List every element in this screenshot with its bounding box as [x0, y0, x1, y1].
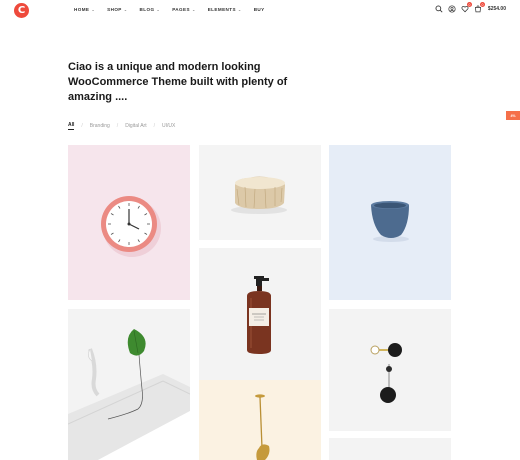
- cart-count-badge: 0: [479, 2, 485, 7]
- leaf-sculpture-image: [68, 329, 190, 460]
- cart-total[interactable]: $254.00: [488, 6, 506, 12]
- amber-bottle-image: [247, 276, 271, 354]
- nav-label: PAGES: [172, 7, 190, 12]
- user-icon[interactable]: [448, 5, 456, 13]
- portfolio-item-wood-stump[interactable]: [199, 145, 321, 240]
- portfolio-item-wall-clock[interactable]: [68, 145, 190, 300]
- filter-ui-ux[interactable]: UI/UX: [162, 123, 175, 129]
- nav-label: BLOG: [139, 7, 155, 12]
- header-actions: 0 0 $254.00: [435, 2, 506, 13]
- logo-letter: C: [17, 4, 26, 16]
- chevron-down-icon: ⌄: [123, 7, 128, 12]
- nav-label: HOME: [74, 7, 90, 12]
- portfolio-item-amber-bottle[interactable]: [199, 248, 321, 380]
- wall-clock-image: [101, 196, 161, 257]
- nav-blog[interactable]: BLOG ⌄: [140, 7, 161, 12]
- portfolio-item-leaf-sculpture[interactable]: [68, 309, 190, 460]
- wishlist-icon[interactable]: 0: [461, 2, 472, 13]
- nav-home[interactable]: HOME ⌄: [74, 7, 95, 12]
- filter-digital-art[interactable]: Digital Art: [125, 123, 146, 129]
- portfolio-item-wall-hooks[interactable]: [329, 309, 451, 431]
- chevron-down-icon: ⌄: [191, 7, 196, 12]
- chevron-down-icon: ⌄: [237, 7, 242, 12]
- nav-shop[interactable]: SHOP ⌄: [107, 7, 127, 12]
- portfolio-item-brass-lamp[interactable]: [199, 380, 321, 460]
- filter-branding[interactable]: Branding: [90, 123, 110, 129]
- filter-separator: /: [153, 123, 155, 129]
- nav-pages[interactable]: PAGES ⌄: [172, 7, 196, 12]
- nav-elements[interactable]: ELEMENTS ⌄: [208, 7, 242, 12]
- side-promo-tab[interactable]: 4%: [506, 111, 520, 120]
- site-logo[interactable]: C: [14, 3, 29, 18]
- cart-icon[interactable]: 0: [474, 2, 485, 13]
- filter-separator: /: [81, 123, 83, 129]
- wood-stump-image: [231, 176, 287, 214]
- nav-label: BUY: [253, 7, 265, 12]
- filter-separator: /: [116, 123, 119, 129]
- portfolio-item-blue-bowl[interactable]: [329, 145, 451, 300]
- filter-all[interactable]: All: [68, 122, 75, 130]
- wall-hooks-image: [370, 343, 402, 403]
- search-icon[interactable]: [435, 5, 443, 13]
- main-nav: HOME ⌄ SHOP ⌄ BLOG ⌄ PAGES ⌄ ELEMENTS ⌄ BUY: [74, 7, 277, 12]
- brass-lamp-image: [255, 394, 270, 460]
- chevron-down-icon: ⌄: [156, 7, 161, 12]
- chevron-down-icon: ⌄: [91, 7, 96, 12]
- nav-label: SHOP: [107, 7, 122, 12]
- portfolio-item-gray-tile[interactable]: [329, 438, 451, 460]
- gray-tile-image: [329, 438, 451, 460]
- wishlist-count-badge: 0: [466, 2, 472, 7]
- nav-label: ELEMENTS: [207, 7, 236, 12]
- nav-buy[interactable]: BUY: [254, 7, 265, 12]
- portfolio-filters: All / Branding / Digital Art / UI/UX: [68, 122, 182, 130]
- blue-bowl-image: [371, 201, 409, 242]
- hero-headline: Ciao is a unique and modern looking WooC…: [68, 61, 288, 103]
